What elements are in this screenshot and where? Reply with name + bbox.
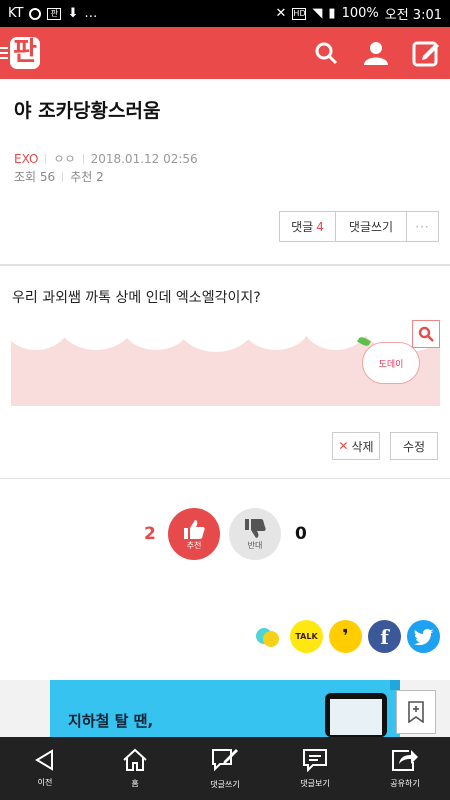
zoom-icon[interactable] [412,320,440,348]
ad-container: 지하철 탈 땐, [0,680,450,737]
status-time: 오전 3:01 [384,8,442,23]
comments-button[interactable]: 댓글 4 [280,212,336,241]
downvote-button[interactable]: 반대 [229,508,281,560]
article-body: 우리 과외쌤 까톡 상메 인데 엑소엘각이지? [12,290,261,306]
upvote-button[interactable]: 추천 [168,508,220,560]
signal-icon: ▮ [328,6,336,21]
facebook-share-icon[interactable]: f [368,620,401,653]
post-actions: ✕ 삭제 수정 [332,432,438,460]
thumbs-down-icon [245,518,266,538]
user-icon[interactable] [362,39,390,67]
nav-back[interactable]: 이전 [0,737,90,800]
twitter-share-icon[interactable] [407,620,440,653]
recommend-label: 추천 [70,170,93,184]
divider [62,171,64,182]
home-icon [123,748,147,771]
mute-icon: ✕ [275,6,287,21]
comment-button-group: 댓글 4 댓글쓰기 ··· [279,211,439,242]
recommend-count: 2 [96,170,104,184]
views-label: 조회 [14,170,37,184]
more-notifications-icon: … [84,6,98,21]
author-name[interactable]: ㅇㅇ [53,150,75,167]
nav-home-label: 홈 [131,779,139,788]
article-title: 야 조카당황스러움 [14,100,161,122]
section-divider [0,264,450,266]
divider [45,153,47,164]
wifi-icon: ◥ [312,6,323,21]
brand-badge: 도데이 [362,342,420,384]
article-meta: EXO ㅇㅇ 2018.01.12 02:56 [14,150,198,167]
status-bar: KT 판 ⬇ … ✕ HD ◥ ▮ 100% 오전 3:01 [0,0,450,27]
bottom-nav: 이전 홈 댓글쓰기 댓글보기 공유하기 [0,737,450,800]
more-options-button[interactable]: ··· [407,212,438,241]
ad-text: 지하철 탈 땐, [68,712,154,730]
bookmark-button[interactable] [396,690,436,734]
write-comment-icon [212,749,238,772]
upvote-label: 추천 [186,540,202,550]
kakao-share-icon[interactable]: ❜ [329,620,362,653]
share-bar: TALK ❜ f [251,620,440,653]
nav-view-comments-label: 댓글보기 [300,779,330,788]
nav-share-label: 공유하기 [390,779,420,788]
post-datetime: 2018.01.12 02:56 [90,151,198,166]
divider [82,153,84,164]
views-count: 56 [39,170,56,184]
delete-label: 삭제 [351,439,374,454]
nav-view-comments[interactable]: 댓글보기 [270,737,360,800]
delete-button[interactable]: ✕ 삭제 [332,432,380,460]
nav-back-label: 이전 [37,778,53,787]
downvote-count: 0 [295,524,307,544]
nav-write-comment[interactable]: 댓글쓰기 [180,737,270,800]
kakaotalk-share-icon[interactable]: TALK [290,620,323,653]
write-icon[interactable] [412,39,440,67]
comments-label: 댓글 [291,220,314,234]
nav-write-comment-label: 댓글쓰기 [210,780,240,789]
thumbs-up-icon [184,519,205,539]
close-icon: ✕ [338,439,349,453]
back-icon [35,749,53,771]
carrier-label: KT [8,6,24,21]
upvote-count: 2 [144,524,156,544]
search-icon[interactable] [312,39,340,67]
app-header: 판 [0,27,450,79]
comments-icon [303,749,327,772]
kakaostory-share-icon[interactable] [251,620,284,653]
download-icon: ⬇ [67,6,79,21]
hd-icon: HD [292,7,307,20]
menu-icon[interactable] [0,47,8,59]
vote-section: 2 추천 반대 0 [0,508,450,563]
comments-count: 4 [316,219,324,234]
edit-button[interactable]: 수정 [390,432,438,460]
app-logo[interactable]: 판 [10,37,40,69]
article-stats: 조회 56 추천 2 [14,168,104,185]
battery-percent: 100% [341,6,379,21]
downvote-label: 반대 [247,540,263,550]
ad-banner[interactable]: 지하철 탈 땐, [50,680,400,737]
app-notification-icon: 판 [47,7,62,20]
category-link[interactable]: EXO [14,152,38,166]
ad-info-icon[interactable] [390,680,400,690]
notification-icon [29,7,42,20]
article-image: 도데이 [11,320,440,406]
write-comment-button[interactable]: 댓글쓰기 [336,212,407,241]
nav-share[interactable]: 공유하기 [360,737,450,800]
phone-image [325,693,387,737]
section-divider [0,478,450,479]
share-icon [392,750,418,771]
nav-home[interactable]: 홈 [90,737,180,800]
bookmark-icon [408,701,424,723]
